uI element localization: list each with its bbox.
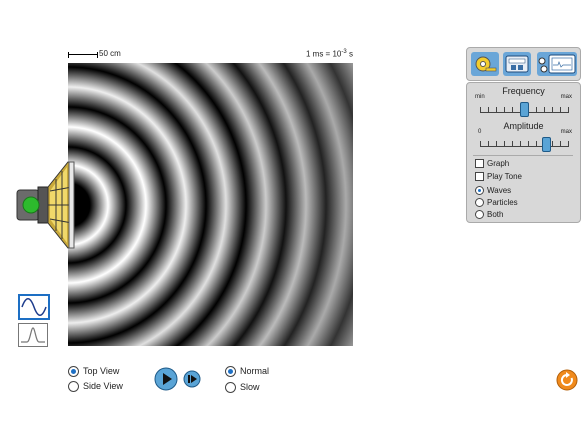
sine-wave-icon xyxy=(21,298,47,316)
both-label: Both xyxy=(487,210,504,219)
side-view-radio[interactable] xyxy=(68,381,79,392)
pulse-wave-button[interactable] xyxy=(18,323,48,347)
play-button[interactable] xyxy=(154,367,178,391)
step-button[interactable] xyxy=(183,370,201,388)
particles-label: Particles xyxy=(487,198,518,207)
both-radio[interactable] xyxy=(475,210,484,219)
wave-display-area xyxy=(68,63,353,346)
frequency-slider-thumb[interactable] xyxy=(520,102,529,117)
sine-wave-button[interactable] xyxy=(18,294,50,320)
reset-button[interactable] xyxy=(556,369,578,391)
graph-checkbox[interactable] xyxy=(475,159,484,168)
waves-label: Waves xyxy=(487,186,512,195)
tape-measure-icon xyxy=(475,56,497,72)
frequency-max-label: max xyxy=(560,94,572,100)
length-scale-label: 50 cm xyxy=(99,49,121,58)
stopwatch-icon xyxy=(505,55,529,73)
amplitude-min-label: 0 xyxy=(478,129,482,135)
pulse-wave-icon xyxy=(21,327,45,343)
top-view-radio[interactable] xyxy=(68,366,79,377)
time-scale-label: 1 ms = 10-3 s xyxy=(306,49,353,59)
tape-measure-button[interactable] xyxy=(471,52,499,76)
step-icon xyxy=(183,370,201,388)
play-tone-label: Play Tone xyxy=(487,172,522,181)
slow-speed-label: Slow xyxy=(240,382,260,392)
normal-speed-radio[interactable] xyxy=(225,366,236,377)
top-view-label: Top View xyxy=(83,366,120,376)
divider xyxy=(473,155,573,156)
waves-radio[interactable] xyxy=(475,186,484,195)
length-scale-bar xyxy=(68,52,98,58)
reset-icon xyxy=(556,369,578,391)
amplitude-track xyxy=(480,146,569,147)
speaker-icon xyxy=(16,157,80,253)
particles-radio[interactable] xyxy=(475,198,484,207)
normal-speed-label: Normal xyxy=(240,366,270,376)
tool-panel xyxy=(466,47,581,81)
frequency-min-label: min xyxy=(475,94,485,100)
amplitude-max-label: max xyxy=(560,129,572,135)
wave-meter-button[interactable] xyxy=(537,52,577,76)
slow-speed-radio[interactable] xyxy=(225,382,236,393)
control-panel: Frequency min max Amplitude 0 max Graph … xyxy=(466,82,581,223)
side-view-label: Side View xyxy=(83,381,123,391)
graph-label: Graph xyxy=(487,159,510,168)
play-tone-checkbox[interactable] xyxy=(475,172,484,181)
wave-meter-icon xyxy=(538,54,576,74)
play-icon xyxy=(154,367,178,391)
stopwatch-button[interactable] xyxy=(503,52,531,76)
amplitude-slider-thumb[interactable] xyxy=(542,137,552,152)
